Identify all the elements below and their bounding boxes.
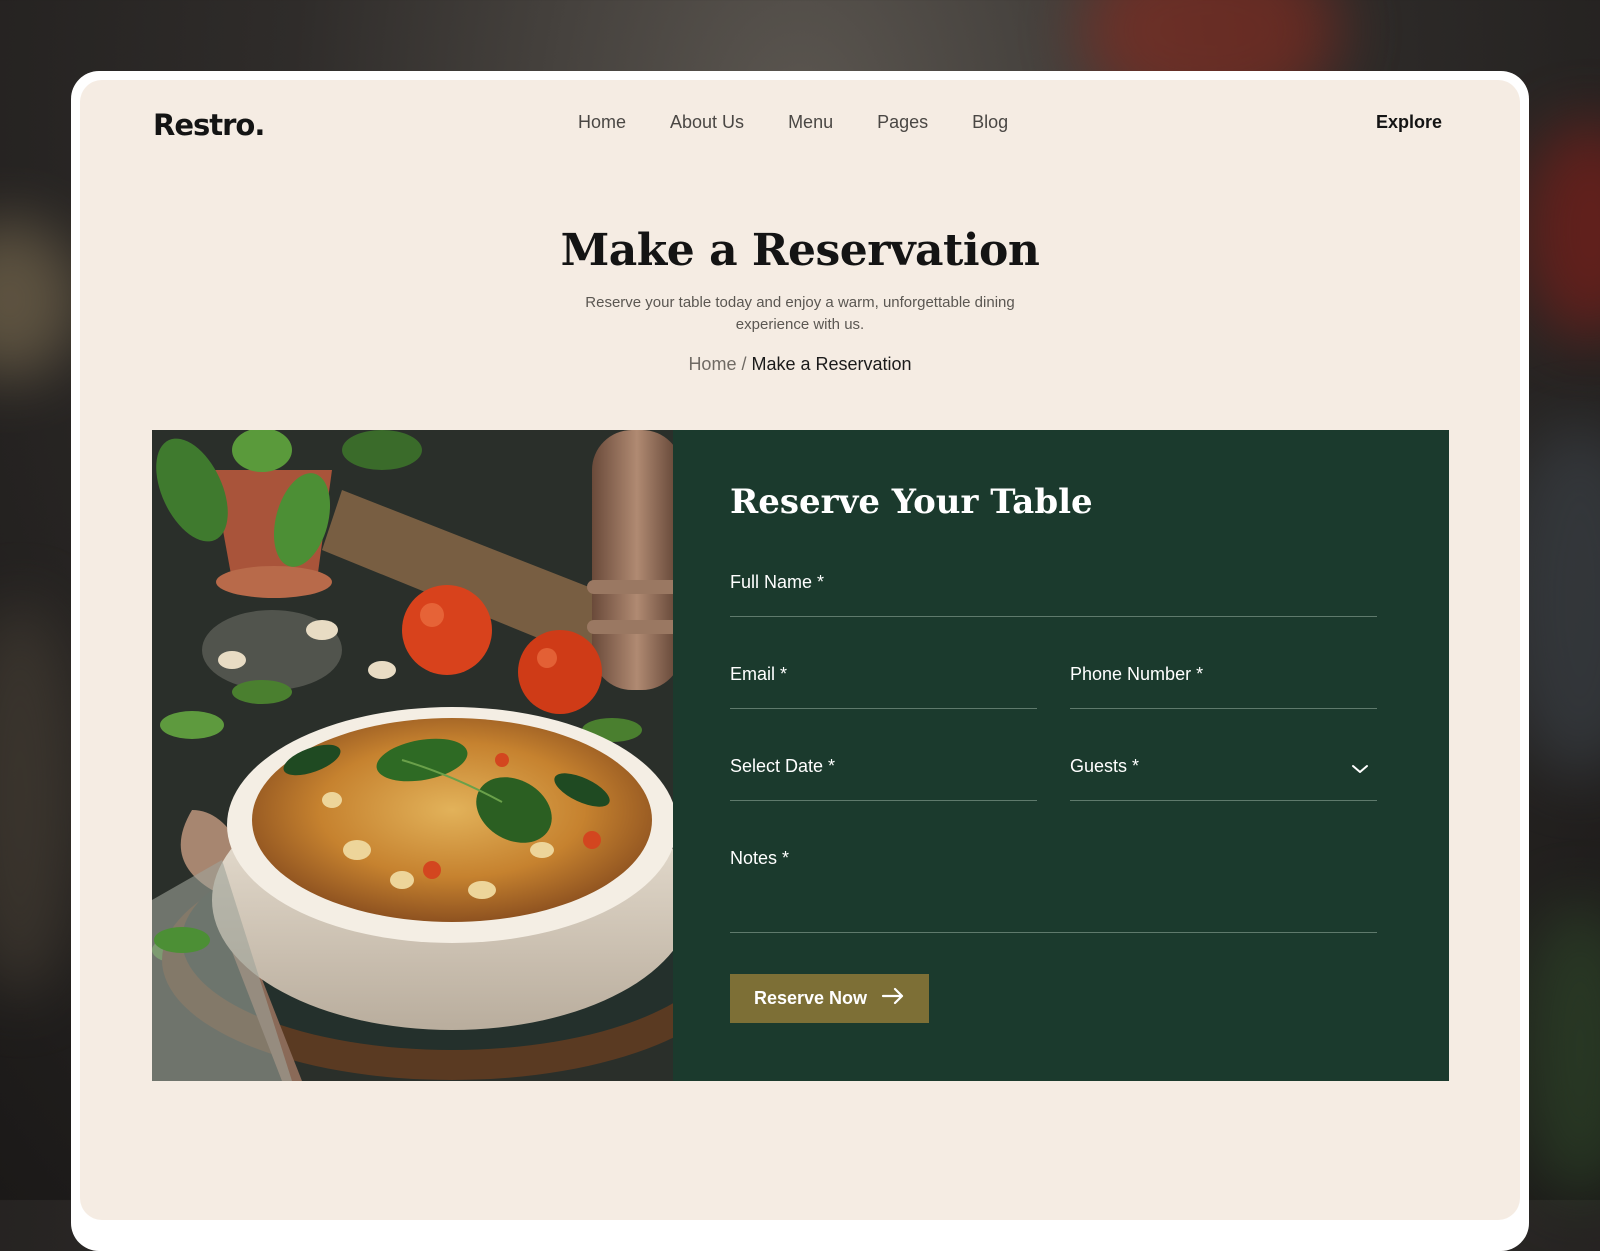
guests-label: Guests *: [1070, 756, 1140, 776]
pasta-bake-illustration: [152, 430, 673, 1081]
nav-item-menu[interactable]: Menu: [788, 112, 833, 133]
nav-item-pages[interactable]: Pages: [877, 112, 928, 133]
notes-label: Notes *: [730, 848, 790, 868]
full-name-label: Full Name *: [730, 572, 825, 592]
chevron-down-icon[interactable]: [1351, 762, 1369, 780]
reserve-now-label: Reserve Now: [753, 988, 868, 1008]
page-subtitle: Reserve your table today and enjoy a war…: [585, 294, 1015, 333]
phone-field[interactable]: Phone Number *: [1070, 664, 1377, 709]
nav-item-about-us[interactable]: About Us: [670, 112, 744, 133]
breadcrumb-separator: /: [736, 354, 752, 374]
email-label: Email *: [730, 664, 788, 684]
breadcrumb-home[interactable]: Home: [688, 354, 736, 374]
nav-item-blog[interactable]: Blog: [972, 112, 1008, 133]
background-blur: [0, 600, 80, 1000]
page-title: Make a Reservation: [560, 225, 1040, 276]
date-label: Select Date *: [730, 756, 836, 776]
reservation-form: Reserve Your Table Full Name * Email * P…: [673, 430, 1449, 1081]
email-field[interactable]: Email *: [730, 664, 1037, 709]
background-blur: [1520, 120, 1600, 340]
page-card: Restro. Home About Us Menu Pages Blog Ex…: [80, 80, 1520, 1220]
date-field[interactable]: Select Date *: [730, 756, 1037, 801]
phone-label: Phone Number *: [1070, 664, 1204, 684]
guests-select[interactable]: Guests *: [1070, 756, 1377, 801]
background-blur: [0, 220, 80, 380]
notes-field[interactable]: Notes *: [730, 848, 1377, 933]
explore-link[interactable]: Explore: [1376, 112, 1442, 133]
main-nav: Home About Us Menu Pages Blog: [578, 112, 1052, 133]
full-name-field[interactable]: Full Name *: [730, 572, 1377, 617]
brand-logo[interactable]: Restro.: [153, 108, 265, 142]
reserve-now-button[interactable]: Reserve Now: [730, 974, 929, 1023]
breadcrumb-current: Make a Reservation: [751, 354, 912, 374]
nav-item-home[interactable]: Home: [578, 112, 626, 133]
breadcrumb: Home / Make a Reservation: [80, 354, 1520, 375]
arrow-right-icon: [881, 987, 905, 1010]
background-blur: [1520, 900, 1600, 1200]
form-title: Reserve Your Table: [730, 482, 1093, 522]
food-photo: [152, 430, 673, 1081]
